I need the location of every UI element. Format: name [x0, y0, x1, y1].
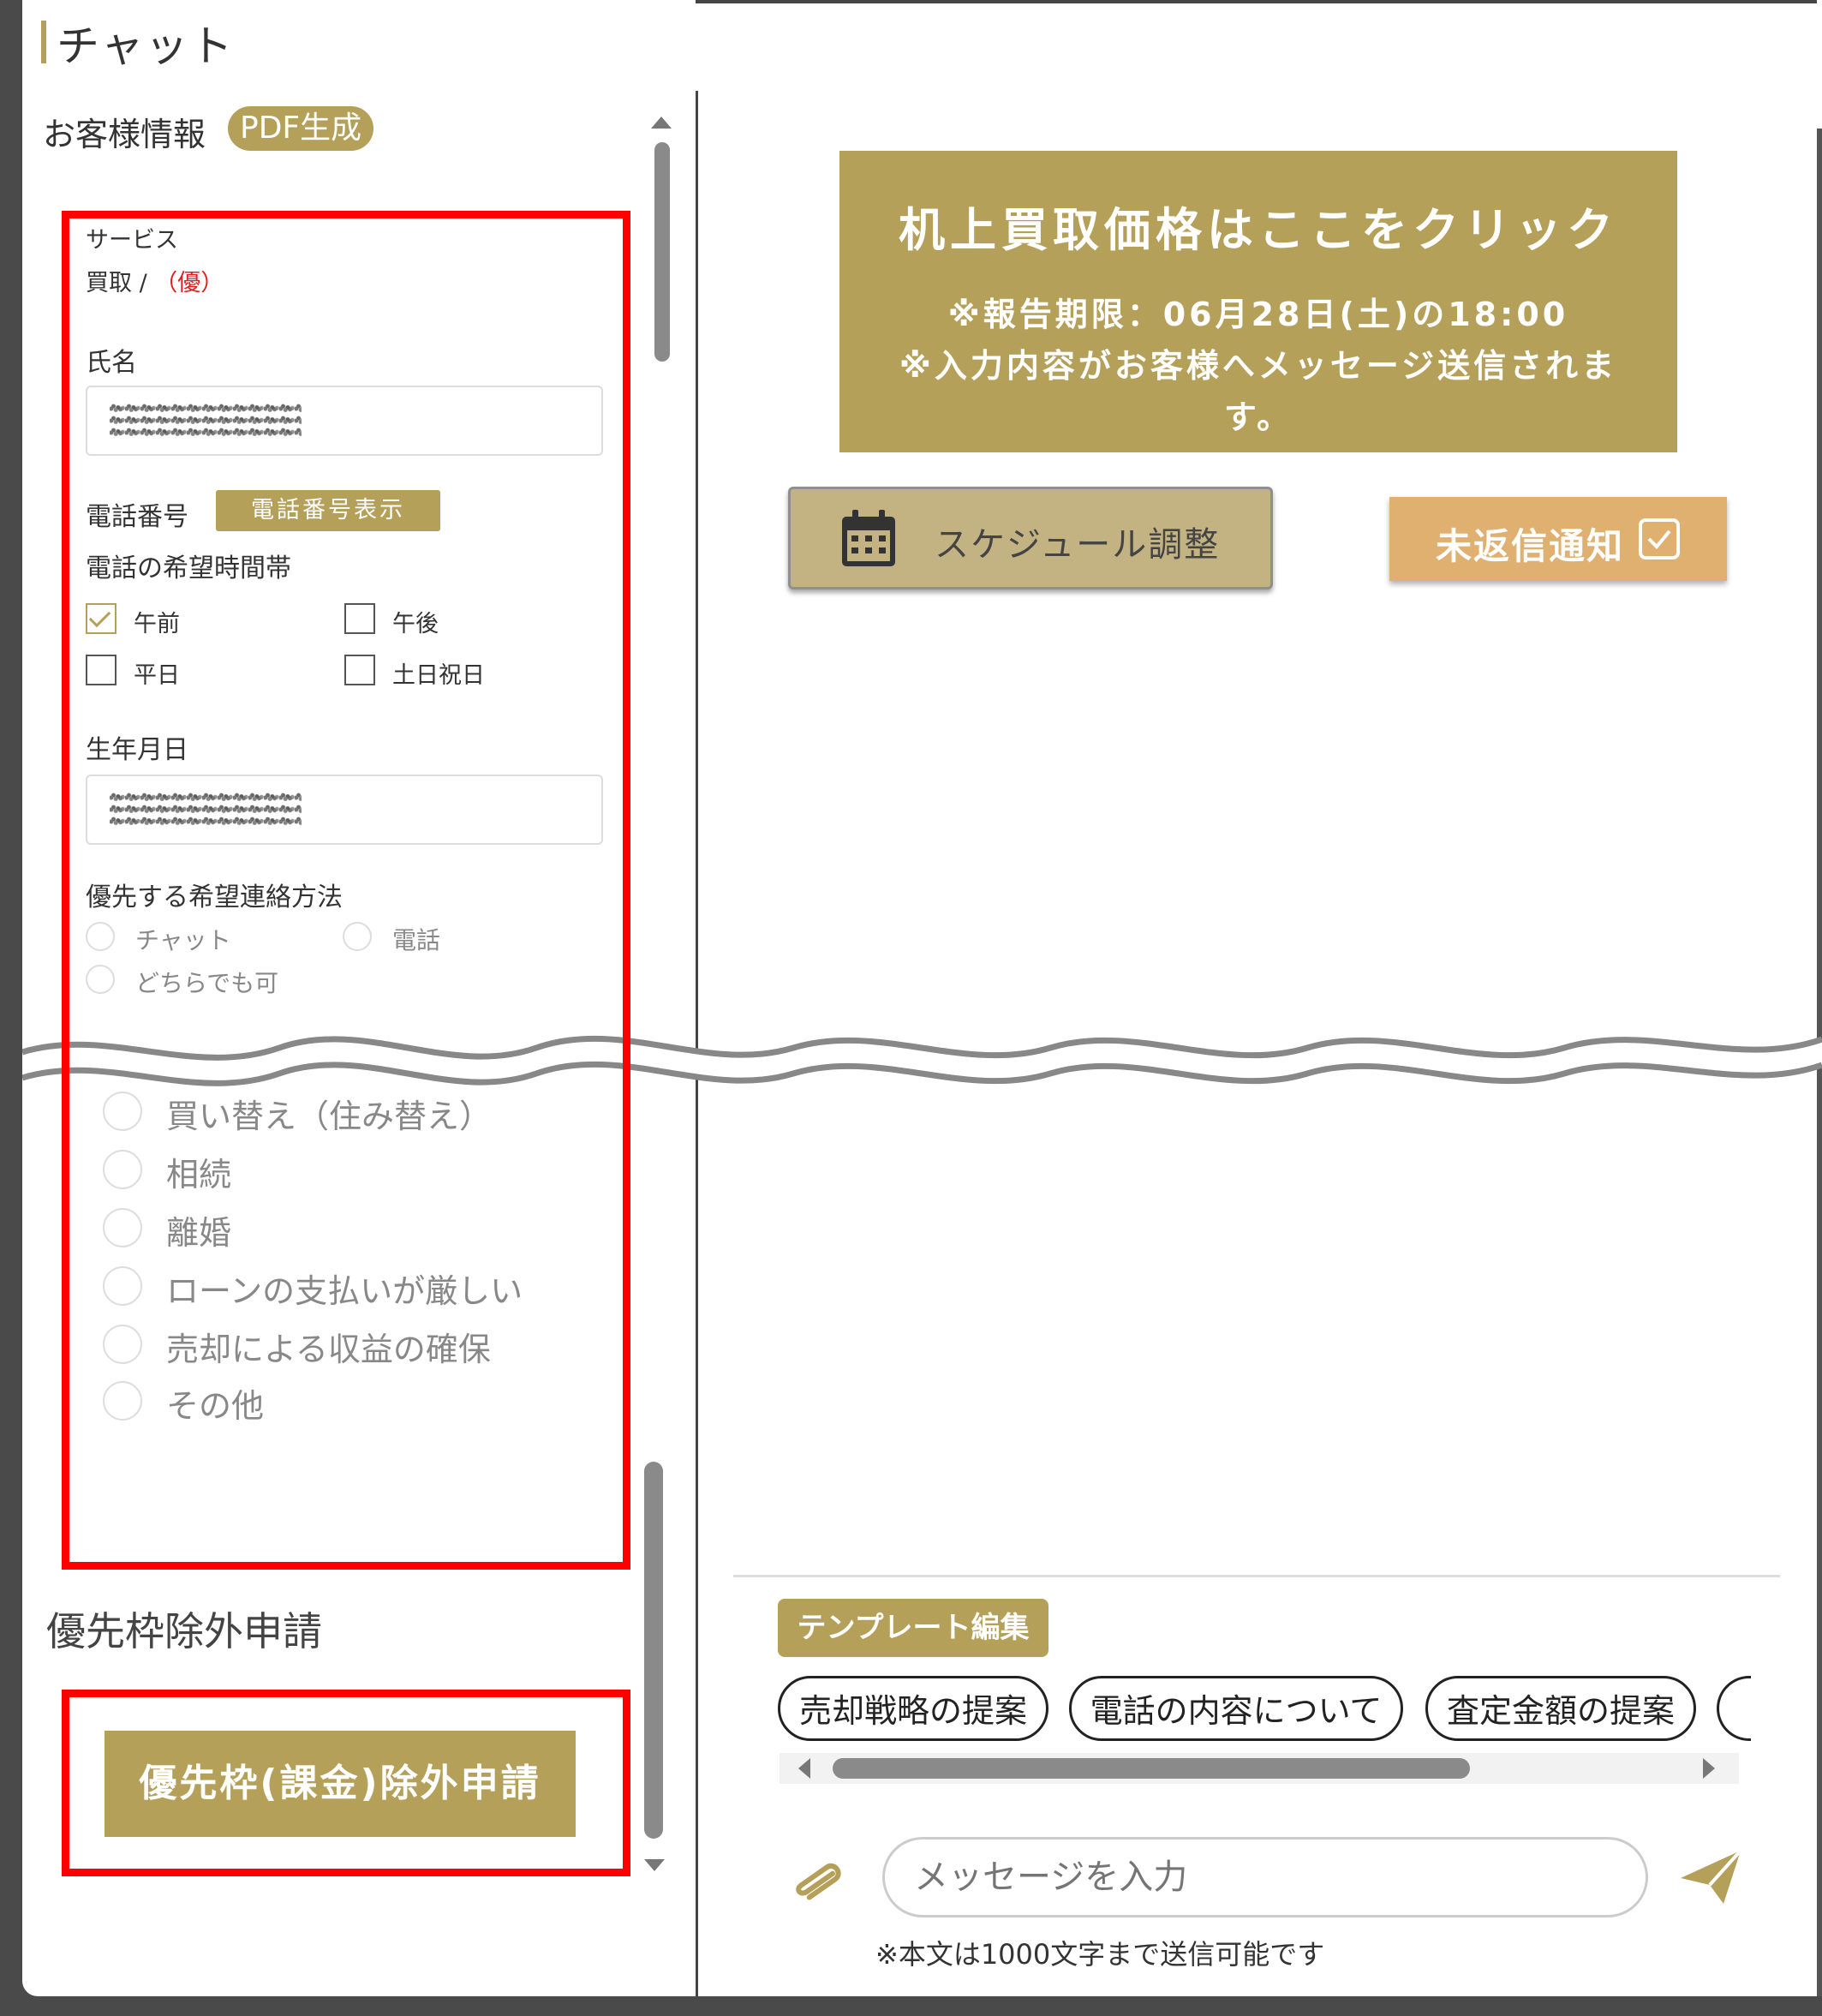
schedule-button-label: スケジュール調整 [935, 525, 1221, 565]
character-limit-note: ※本文は1000文字まで送信可能です [875, 1938, 1325, 1971]
banner-heading: 机上買取価格はここをクリック [899, 203, 1618, 257]
scrollbar-thumb[interactable] [654, 142, 670, 362]
priority-exclusion-title: 優先枠除外申請 [46, 1608, 322, 1654]
template-scrollbar-thumb[interactable] [833, 1758, 1470, 1779]
attach-icon[interactable] [788, 1852, 848, 1912]
composer-divider [733, 1575, 1780, 1577]
template-chip[interactable]: 電話の内容について [1069, 1676, 1403, 1741]
template-chip[interactable]: 売却戦略の提案 [778, 1676, 1048, 1741]
page-title: チャット [57, 21, 235, 71]
scroll-left-icon[interactable] [798, 1758, 810, 1779]
scrollbar-thumb-lower[interactable] [644, 1462, 663, 1839]
notify-button-label: 未返信通知 [1436, 525, 1625, 567]
banner-note-cont: す。 [1223, 398, 1293, 436]
banner-deadline: ※報告期限：06月28日(土)の18:00 [947, 296, 1569, 333]
calendar-icon [842, 510, 895, 566]
scroll-up-icon[interactable] [651, 117, 672, 129]
template-chip[interactable]: 査定金額の提案 [1425, 1676, 1696, 1741]
template-edit-button[interactable]: テンプレート編集 [778, 1599, 1048, 1657]
unreplied-notify-button[interactable]: 未返信通知 [1389, 497, 1727, 581]
send-icon[interactable] [1677, 1847, 1744, 1907]
message-input[interactable] [882, 1837, 1648, 1917]
highlight-box-priority [62, 1690, 630, 1876]
schedule-button[interactable]: スケジュール調整 [788, 487, 1273, 589]
top-border [696, 0, 1817, 3]
pdf-generate-button[interactable]: PDF生成 [228, 106, 374, 151]
appraisal-banner[interactable]: 机上買取価格はここをクリック ※報告期限：06月28日(土)の18:00 ※入力… [839, 151, 1677, 452]
scroll-right-icon[interactable] [1703, 1758, 1715, 1779]
scroll-down-icon[interactable] [644, 1859, 665, 1871]
title-accent-bar [41, 21, 46, 63]
highlight-box-customer [62, 211, 630, 1570]
banner-note: ※入力内容がお客様へメッセージ送信されま [899, 347, 1618, 385]
customer-info-label: お客様情報 [43, 116, 206, 153]
checkbox-icon [1639, 518, 1680, 559]
